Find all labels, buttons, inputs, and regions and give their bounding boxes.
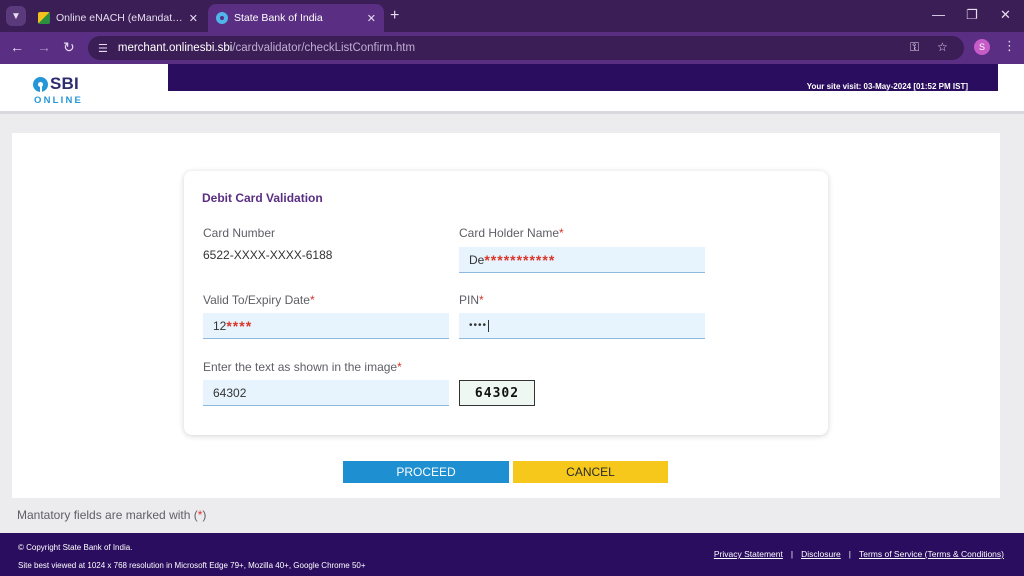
privacy-statement-link[interactable]: Privacy Statement bbox=[714, 549, 783, 559]
copyright-text: © Copyright State Bank of India. bbox=[18, 543, 133, 552]
disclosure-link[interactable]: Disclosure bbox=[801, 549, 841, 559]
browser-toolbar: ← → ↻ ☰ merchant.onlinesbi.sbi/cardvalid… bbox=[0, 32, 1024, 64]
redaction-mask: **** bbox=[226, 317, 253, 334]
password-key-icon[interactable]: ⚿ bbox=[910, 40, 919, 55]
link-separator: | bbox=[790, 549, 794, 559]
tab-search-button[interactable]: ▼ bbox=[6, 6, 26, 26]
pin-input[interactable]: •••• bbox=[459, 313, 705, 339]
restore-icon[interactable]: ❐ bbox=[966, 7, 978, 23]
close-icon[interactable]: ✕ bbox=[367, 12, 376, 25]
pin-label: PIN* bbox=[459, 293, 484, 307]
site-header: SBI ONLINE Your site visit: 03-May-2024 … bbox=[0, 64, 1024, 114]
close-icon[interactable]: ✕ bbox=[189, 12, 198, 25]
plus-icon[interactable]: + bbox=[390, 7, 399, 25]
terms-of-service-link[interactable]: Terms of Service (Terms & Conditions) bbox=[859, 549, 1004, 559]
footer-links: Privacy Statement | Disclosure | Terms o… bbox=[714, 549, 1004, 559]
card-number-value: 6522-XXXX-XXXX-6188 bbox=[203, 248, 333, 262]
tab-title: State Bank of India bbox=[234, 12, 323, 24]
cancel-button[interactable]: CANCEL bbox=[513, 461, 668, 483]
browser-tab-sbi[interactable]: State Bank of India ✕ bbox=[208, 4, 384, 32]
bookmark-star-icon[interactable]: ☆ bbox=[937, 40, 948, 54]
debit-card-validation-form: Debit Card Validation Card Number 6522-X… bbox=[184, 171, 828, 435]
more-menu-icon[interactable]: ⋮ bbox=[1003, 38, 1016, 54]
forward-arrow-icon[interactable]: → bbox=[37, 39, 51, 55]
expiry-date-label: Valid To/Expiry Date* bbox=[203, 293, 315, 307]
sbi-online-logo[interactable]: SBI ONLINE bbox=[33, 74, 93, 108]
reload-icon[interactable]: ↻ bbox=[63, 39, 75, 56]
address-bar[interactable]: ☰ merchant.onlinesbi.sbi/cardvalidator/c… bbox=[88, 36, 964, 60]
pin-dots: •••• bbox=[469, 320, 488, 331]
browser-tab-enach[interactable]: Online eNACH (eMandate) | Ot ✕ bbox=[30, 4, 206, 32]
tab-title: Online eNACH (eMandate) | Ot bbox=[56, 12, 183, 24]
favicon-icon bbox=[38, 12, 50, 24]
captcha-image: 64302 bbox=[459, 380, 535, 406]
minimize-icon[interactable]: — bbox=[932, 7, 945, 22]
captcha-input-value: 64302 bbox=[213, 385, 247, 400]
captcha-label: Enter the text as shown in the image* bbox=[203, 360, 402, 374]
browser-tab-bar: ▼ Online eNACH (eMandate) | Ot ✕ State B… bbox=[0, 0, 1024, 32]
text-cursor bbox=[488, 319, 490, 332]
form-title: Debit Card Validation bbox=[202, 191, 323, 205]
card-holder-name-input[interactable]: De *********** bbox=[459, 247, 705, 273]
site-info-icon[interactable]: ☰ bbox=[98, 42, 108, 55]
window-close-icon[interactable]: ✕ bbox=[1000, 7, 1011, 23]
card-holder-name-label: Card Holder Name* bbox=[459, 226, 564, 240]
holder-name-prefix: De bbox=[469, 252, 485, 267]
captcha-input[interactable]: 64302 bbox=[203, 380, 449, 406]
chevron-down-icon: ▼ bbox=[11, 10, 21, 22]
url-path: /cardvalidator/checkListConfirm.htm bbox=[232, 42, 416, 54]
mandatory-note: Mantatory fields are marked with (*) bbox=[17, 508, 207, 522]
link-separator: | bbox=[848, 549, 851, 559]
back-arrow-icon[interactable]: ← bbox=[10, 39, 24, 55]
best-viewed-text: Site best viewed at 1024 x 768 resolutio… bbox=[18, 561, 366, 570]
proceed-button[interactable]: PROCEED bbox=[343, 461, 509, 483]
card-number-label: Card Number bbox=[203, 226, 276, 240]
sbi-favicon-icon bbox=[216, 12, 228, 24]
profile-avatar[interactable]: S bbox=[974, 39, 990, 55]
header-band: Your site visit: 03-May-2024 [01:52 PM I… bbox=[168, 64, 998, 91]
logo-subtext: ONLINE bbox=[34, 95, 84, 106]
redaction-mask: *********** bbox=[484, 251, 556, 268]
sbi-logo-icon bbox=[33, 77, 48, 92]
site-visit-text: Your site visit: 03-May-2024 [01:52 PM I… bbox=[806, 82, 968, 91]
expiry-date-input[interactable]: 12 **** bbox=[203, 313, 449, 339]
expiry-prefix: 12 bbox=[213, 318, 227, 333]
site-footer: © Copyright State Bank of India. Site be… bbox=[0, 533, 1024, 576]
url-host: merchant.onlinesbi.sbi bbox=[117, 42, 233, 54]
logo-text: SBI bbox=[50, 74, 79, 93]
